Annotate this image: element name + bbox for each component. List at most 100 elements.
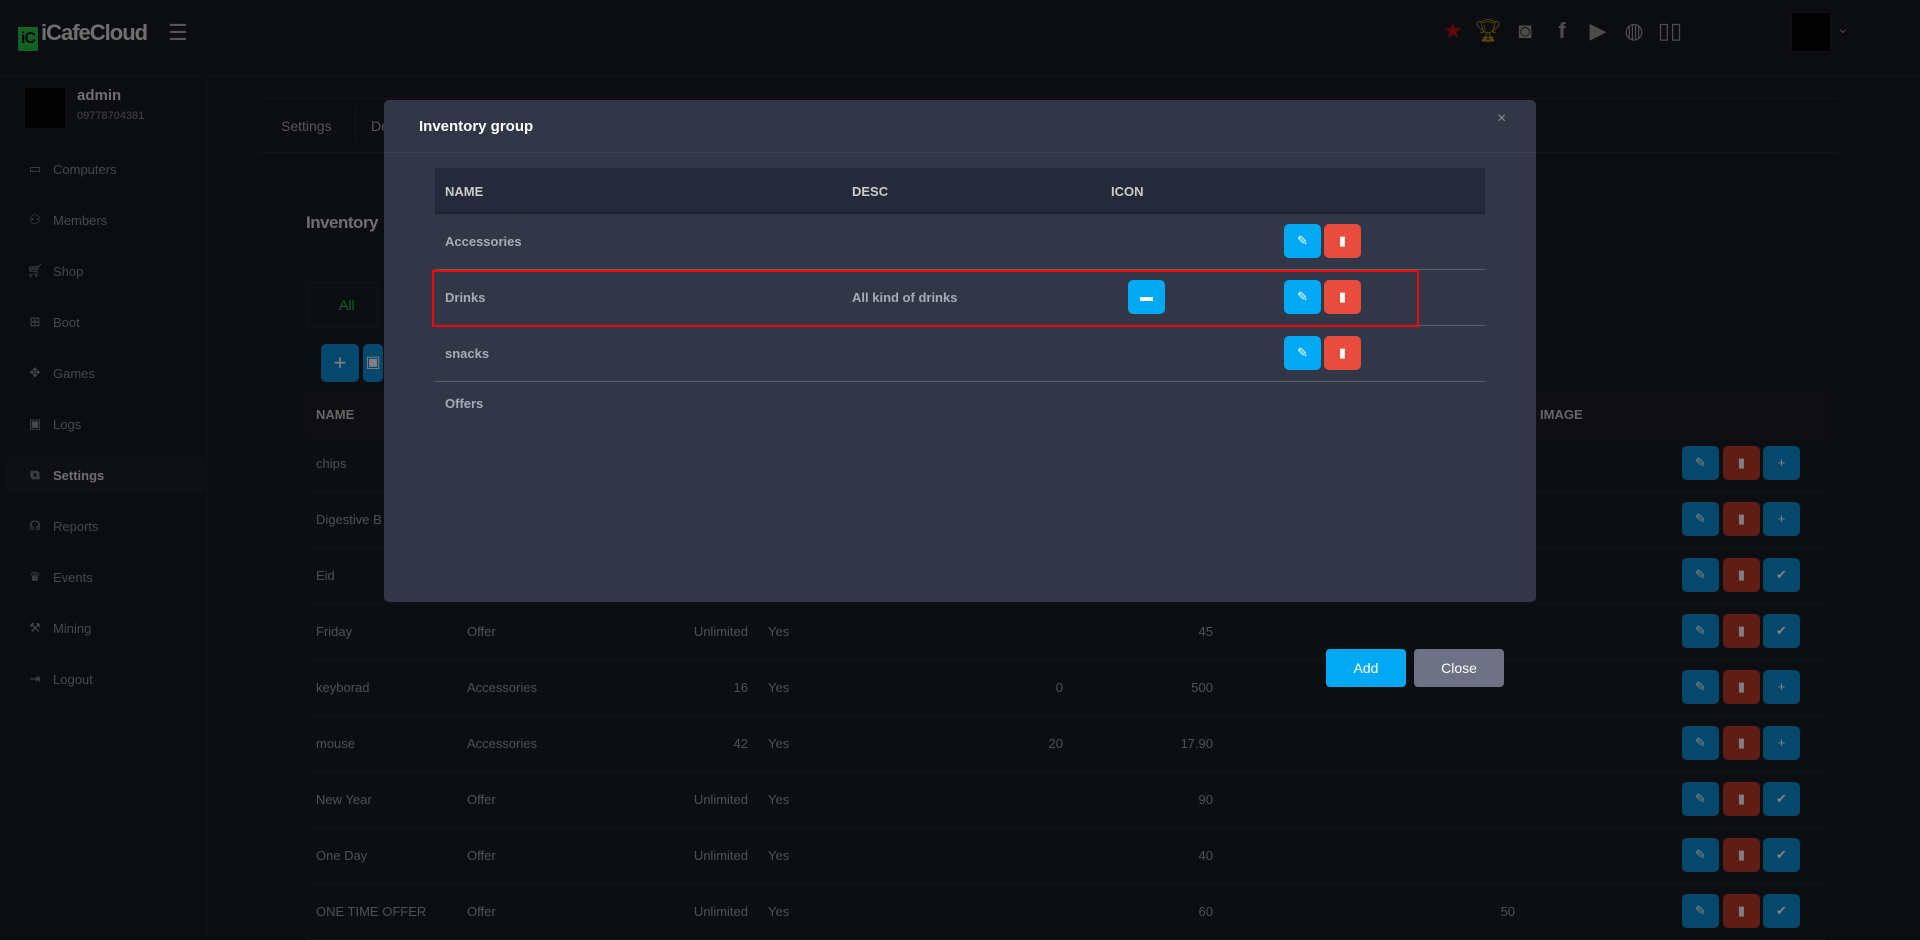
item-price: 45 <box>1198 624 1213 639</box>
item-name: Eid <box>316 568 335 583</box>
item-group: Offer <box>467 848 496 863</box>
sidebar-item-reports[interactable]: ☊ Reports <box>0 507 208 545</box>
item-price: 90 <box>1198 792 1213 807</box>
edit-item-button[interactable]: ✎ <box>1682 446 1719 480</box>
item-name: New Year <box>316 792 372 807</box>
add-item-button[interactable]: + <box>321 344 359 382</box>
delete-item-button[interactable]: ▮ <box>1723 894 1760 928</box>
edit-item-button[interactable]: ✎ <box>1682 782 1719 816</box>
user-name: admin <box>77 87 122 104</box>
item-active: Yes <box>768 792 790 807</box>
sidebar-item-events[interactable]: ♛ Events <box>0 558 208 596</box>
delete-item-button[interactable]: ▮ <box>1723 670 1760 704</box>
edit-item-button[interactable]: ✎ <box>1682 558 1719 592</box>
confirm-button[interactable]: ✔ <box>1763 782 1800 816</box>
sidebar-item-games[interactable]: ✥ Games <box>0 354 208 392</box>
delete-item-button[interactable]: ▮ <box>1723 726 1760 760</box>
item-active: Yes <box>768 624 790 639</box>
confirm-button[interactable]: ✔ <box>1763 558 1800 592</box>
group-row: snacks ✎ ▮ <box>435 326 1485 382</box>
settings-icon: ⧉ <box>30 467 40 482</box>
trophy-icon[interactable]: 🏆︎ <box>1473 18 1503 44</box>
delete-item-button[interactable]: ▮ <box>1723 446 1760 480</box>
group-row: Accessories ✎ ▮ <box>435 214 1485 270</box>
sidebar-item-boot[interactable]: ⊞ Boot <box>0 303 208 341</box>
ranking-icon[interactable]: ★ <box>1438 18 1468 44</box>
confirm-button[interactable]: ✔ <box>1763 838 1800 872</box>
item-cost: 0 <box>1055 680 1063 695</box>
chevron-down-icon[interactable]: ⌄ <box>1837 20 1849 37</box>
edit-item-button[interactable]: ✎ <box>1682 726 1719 760</box>
column-name: NAME <box>316 407 355 422</box>
gamepad-icon: ✥ <box>29 365 41 380</box>
add-button[interactable]: Add <box>1326 649 1406 687</box>
close-icon[interactable]: × <box>1497 110 1506 128</box>
item-group: Accessories <box>467 736 538 751</box>
item-price: 500 <box>1191 680 1213 695</box>
column-icon: ICON <box>1111 184 1144 199</box>
delete-item-button[interactable]: ▮ <box>1723 782 1760 816</box>
logout-icon: ⇥ <box>29 671 41 686</box>
column-image: IMAGE <box>1540 407 1583 422</box>
cart-icon: 🛒︎ <box>26 263 44 278</box>
globe-icon[interactable]: ◍ <box>1619 18 1649 44</box>
page-title: Inventory <box>306 213 379 232</box>
group-table-header: NAME DESC ICON <box>435 168 1485 214</box>
edit-group-button[interactable]: ✎ <box>1284 336 1321 370</box>
add-stock-button[interactable]: + <box>1763 670 1800 704</box>
filter-tab-all[interactable]: All <box>308 282 378 327</box>
menu-toggle-icon[interactable]: ☰ <box>168 20 188 46</box>
edit-item-button[interactable]: ✎ <box>1682 502 1719 536</box>
sidebar-item-settings[interactable]: ⧉ Settings <box>6 456 206 494</box>
book-icon[interactable]: ▯▯ <box>1655 18 1685 44</box>
youtube-icon[interactable]: ▶ <box>1583 18 1613 44</box>
modal-header <box>384 100 1536 153</box>
item-group: Offer <box>467 792 496 807</box>
item-group: Offer <box>467 624 496 639</box>
item-qty: 16 <box>733 680 748 695</box>
item-name: mouse <box>316 736 356 751</box>
delete-item-button[interactable]: ▮ <box>1723 614 1760 648</box>
profile-avatar[interactable] <box>1791 12 1831 52</box>
sidebar-item-logout[interactable]: ⇥ Logout <box>0 660 208 698</box>
sidebar-item-mining[interactable]: ⚒ Mining <box>0 609 208 647</box>
item-active: Yes <box>768 736 790 751</box>
sidebar-item-members[interactable]: ⚇ Members <box>0 201 208 239</box>
item-extra: 50 <box>1500 904 1515 919</box>
edit-item-button[interactable]: ✎ <box>1682 894 1719 928</box>
item-active: Yes <box>768 904 790 919</box>
highlight-box <box>432 270 1419 327</box>
add-stock-button[interactable]: + <box>1763 726 1800 760</box>
close-button[interactable]: Close <box>1414 649 1504 687</box>
calendar-button[interactable]: ▣ <box>363 344 383 382</box>
item-qty: Unlimited <box>693 792 748 807</box>
discord-icon[interactable]: ◙ <box>1510 18 1540 44</box>
column-name: NAME <box>445 184 484 199</box>
table-row <box>306 772 1826 828</box>
item-qty: Unlimited <box>693 848 748 863</box>
edit-group-button[interactable]: ✎ <box>1284 224 1321 258</box>
confirm-button[interactable]: ✔ <box>1763 614 1800 648</box>
item-price: 40 <box>1198 848 1213 863</box>
calendar-icon: ▣ <box>28 416 42 431</box>
edit-item-button[interactable]: ✎ <box>1682 838 1719 872</box>
delete-group-button[interactable]: ▮ <box>1324 336 1361 370</box>
delete-item-button[interactable]: ▮ <box>1723 558 1760 592</box>
add-stock-button[interactable]: + <box>1763 502 1800 536</box>
table-row <box>306 604 1826 660</box>
logo[interactable]: iC iCafeCloud <box>18 20 148 51</box>
edit-item-button[interactable]: ✎ <box>1682 614 1719 648</box>
delete-item-button[interactable]: ▮ <box>1723 838 1760 872</box>
edit-item-button[interactable]: ✎ <box>1682 670 1719 704</box>
add-stock-button[interactable]: + <box>1763 446 1800 480</box>
table-row <box>306 884 1826 940</box>
facebook-icon[interactable]: f <box>1547 18 1577 44</box>
delete-group-button[interactable]: ▮ <box>1324 224 1361 258</box>
delete-item-button[interactable]: ▮ <box>1723 502 1760 536</box>
item-name: ONE TIME OFFER <box>316 904 427 919</box>
sidebar-item-computers[interactable]: ▭ Computers <box>0 150 208 188</box>
tab-settings[interactable]: Settings <box>281 118 332 134</box>
sidebar-item-shop[interactable]: 🛒︎ Shop <box>0 252 208 290</box>
confirm-button[interactable]: ✔ <box>1763 894 1800 928</box>
sidebar-item-logs[interactable]: ▣ Logs <box>0 405 208 443</box>
